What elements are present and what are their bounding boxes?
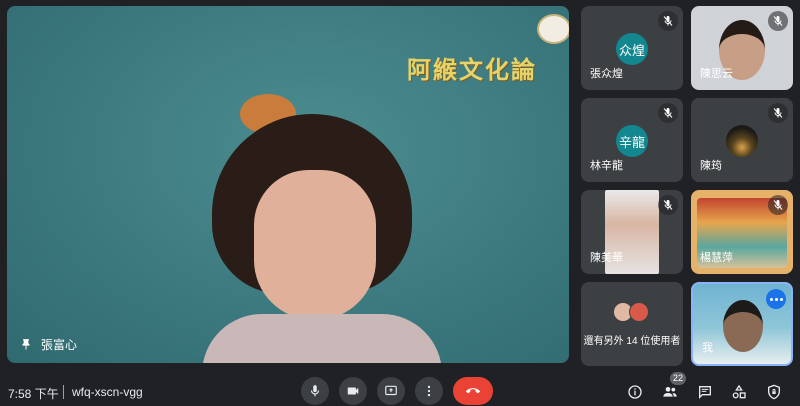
leave-call-button[interactable] — [453, 377, 493, 405]
people-button[interactable] — [660, 382, 680, 402]
speaker-name-label: 張富心 — [19, 336, 77, 353]
participant-name: 陳筠 — [700, 160, 722, 172]
mic-off-icon — [658, 103, 678, 123]
self-video — [723, 300, 763, 352]
participant-avatar — [726, 125, 758, 157]
participant-tile[interactable]: 辛龍 林辛龍 — [581, 98, 683, 182]
speaker-video — [202, 94, 442, 363]
main-speaker-tile[interactable]: 阿緱文化論 張富心 — [7, 6, 569, 363]
mic-off-icon — [768, 103, 788, 123]
participant-name: 林辛龍 — [590, 160, 623, 172]
participant-tile[interactable]: 楊慧萍 — [691, 190, 793, 274]
participant-name: 張众煌 — [590, 68, 623, 80]
info-icon — [628, 385, 642, 399]
pin-icon[interactable] — [19, 338, 33, 352]
participant-name: 楊慧萍 — [700, 252, 733, 264]
background-banner-text: 阿緱文化論 — [407, 56, 537, 84]
shield-lock-icon — [768, 384, 780, 400]
present-screen-button[interactable] — [377, 377, 405, 405]
microphone-button[interactable] — [301, 377, 329, 405]
more-options-button[interactable] — [415, 377, 443, 405]
chat-button[interactable] — [695, 382, 715, 402]
clock: 7:58 下午 — [8, 387, 59, 401]
present-icon — [385, 385, 397, 396]
more-vert-icon — [427, 385, 431, 397]
participant-name: 陳思云 — [700, 68, 733, 80]
camera-button[interactable] — [339, 377, 367, 405]
end-call-icon — [466, 388, 480, 394]
shapes-icon — [732, 384, 746, 399]
activities-button[interactable] — [729, 382, 749, 402]
participant-tile[interactable]: 陳筠 — [691, 98, 793, 182]
host-controls-button[interactable] — [764, 382, 784, 402]
participant-tile[interactable]: 陳美華 — [581, 190, 683, 274]
chat-icon — [699, 386, 711, 399]
divider — [63, 385, 64, 399]
mic-off-icon — [658, 11, 678, 31]
participant-avatar: 众煌 — [616, 33, 648, 65]
others-avatars — [613, 302, 649, 322]
camera-icon — [347, 387, 359, 395]
speaker-name: 張富心 — [41, 338, 78, 352]
participant-count-badge: 22 — [670, 372, 687, 385]
mic-off-icon — [768, 11, 788, 31]
meeting-code: wfq-xscn-vgg — [72, 385, 143, 399]
others-count-text: 還有另外 14 位使用者 — [583, 336, 681, 347]
meeting-details-button[interactable] — [625, 382, 645, 402]
microphone-icon — [310, 385, 320, 397]
meet-window: 阿緱文化論 張富心 众煌 張众煌 陳思云 辛龍 林辛龍 陳筠 陳美華 楊慧萍 還… — [0, 0, 800, 406]
participant-name: 陳美華 — [590, 252, 623, 264]
participant-avatar: 辛龍 — [616, 125, 648, 157]
people-icon — [663, 387, 677, 397]
mic-off-icon — [768, 195, 788, 215]
more-options-button[interactable] — [766, 289, 786, 309]
banner-logo — [537, 14, 569, 44]
participant-tile[interactable]: 陳思云 — [691, 6, 793, 90]
participant-tile[interactable]: 众煌 張众煌 — [581, 6, 683, 90]
mic-off-icon — [658, 195, 678, 215]
others-tile[interactable]: 還有另外 14 位使用者 — [581, 282, 683, 366]
self-name: 我 — [702, 342, 713, 354]
self-tile[interactable]: 我 — [691, 282, 793, 366]
